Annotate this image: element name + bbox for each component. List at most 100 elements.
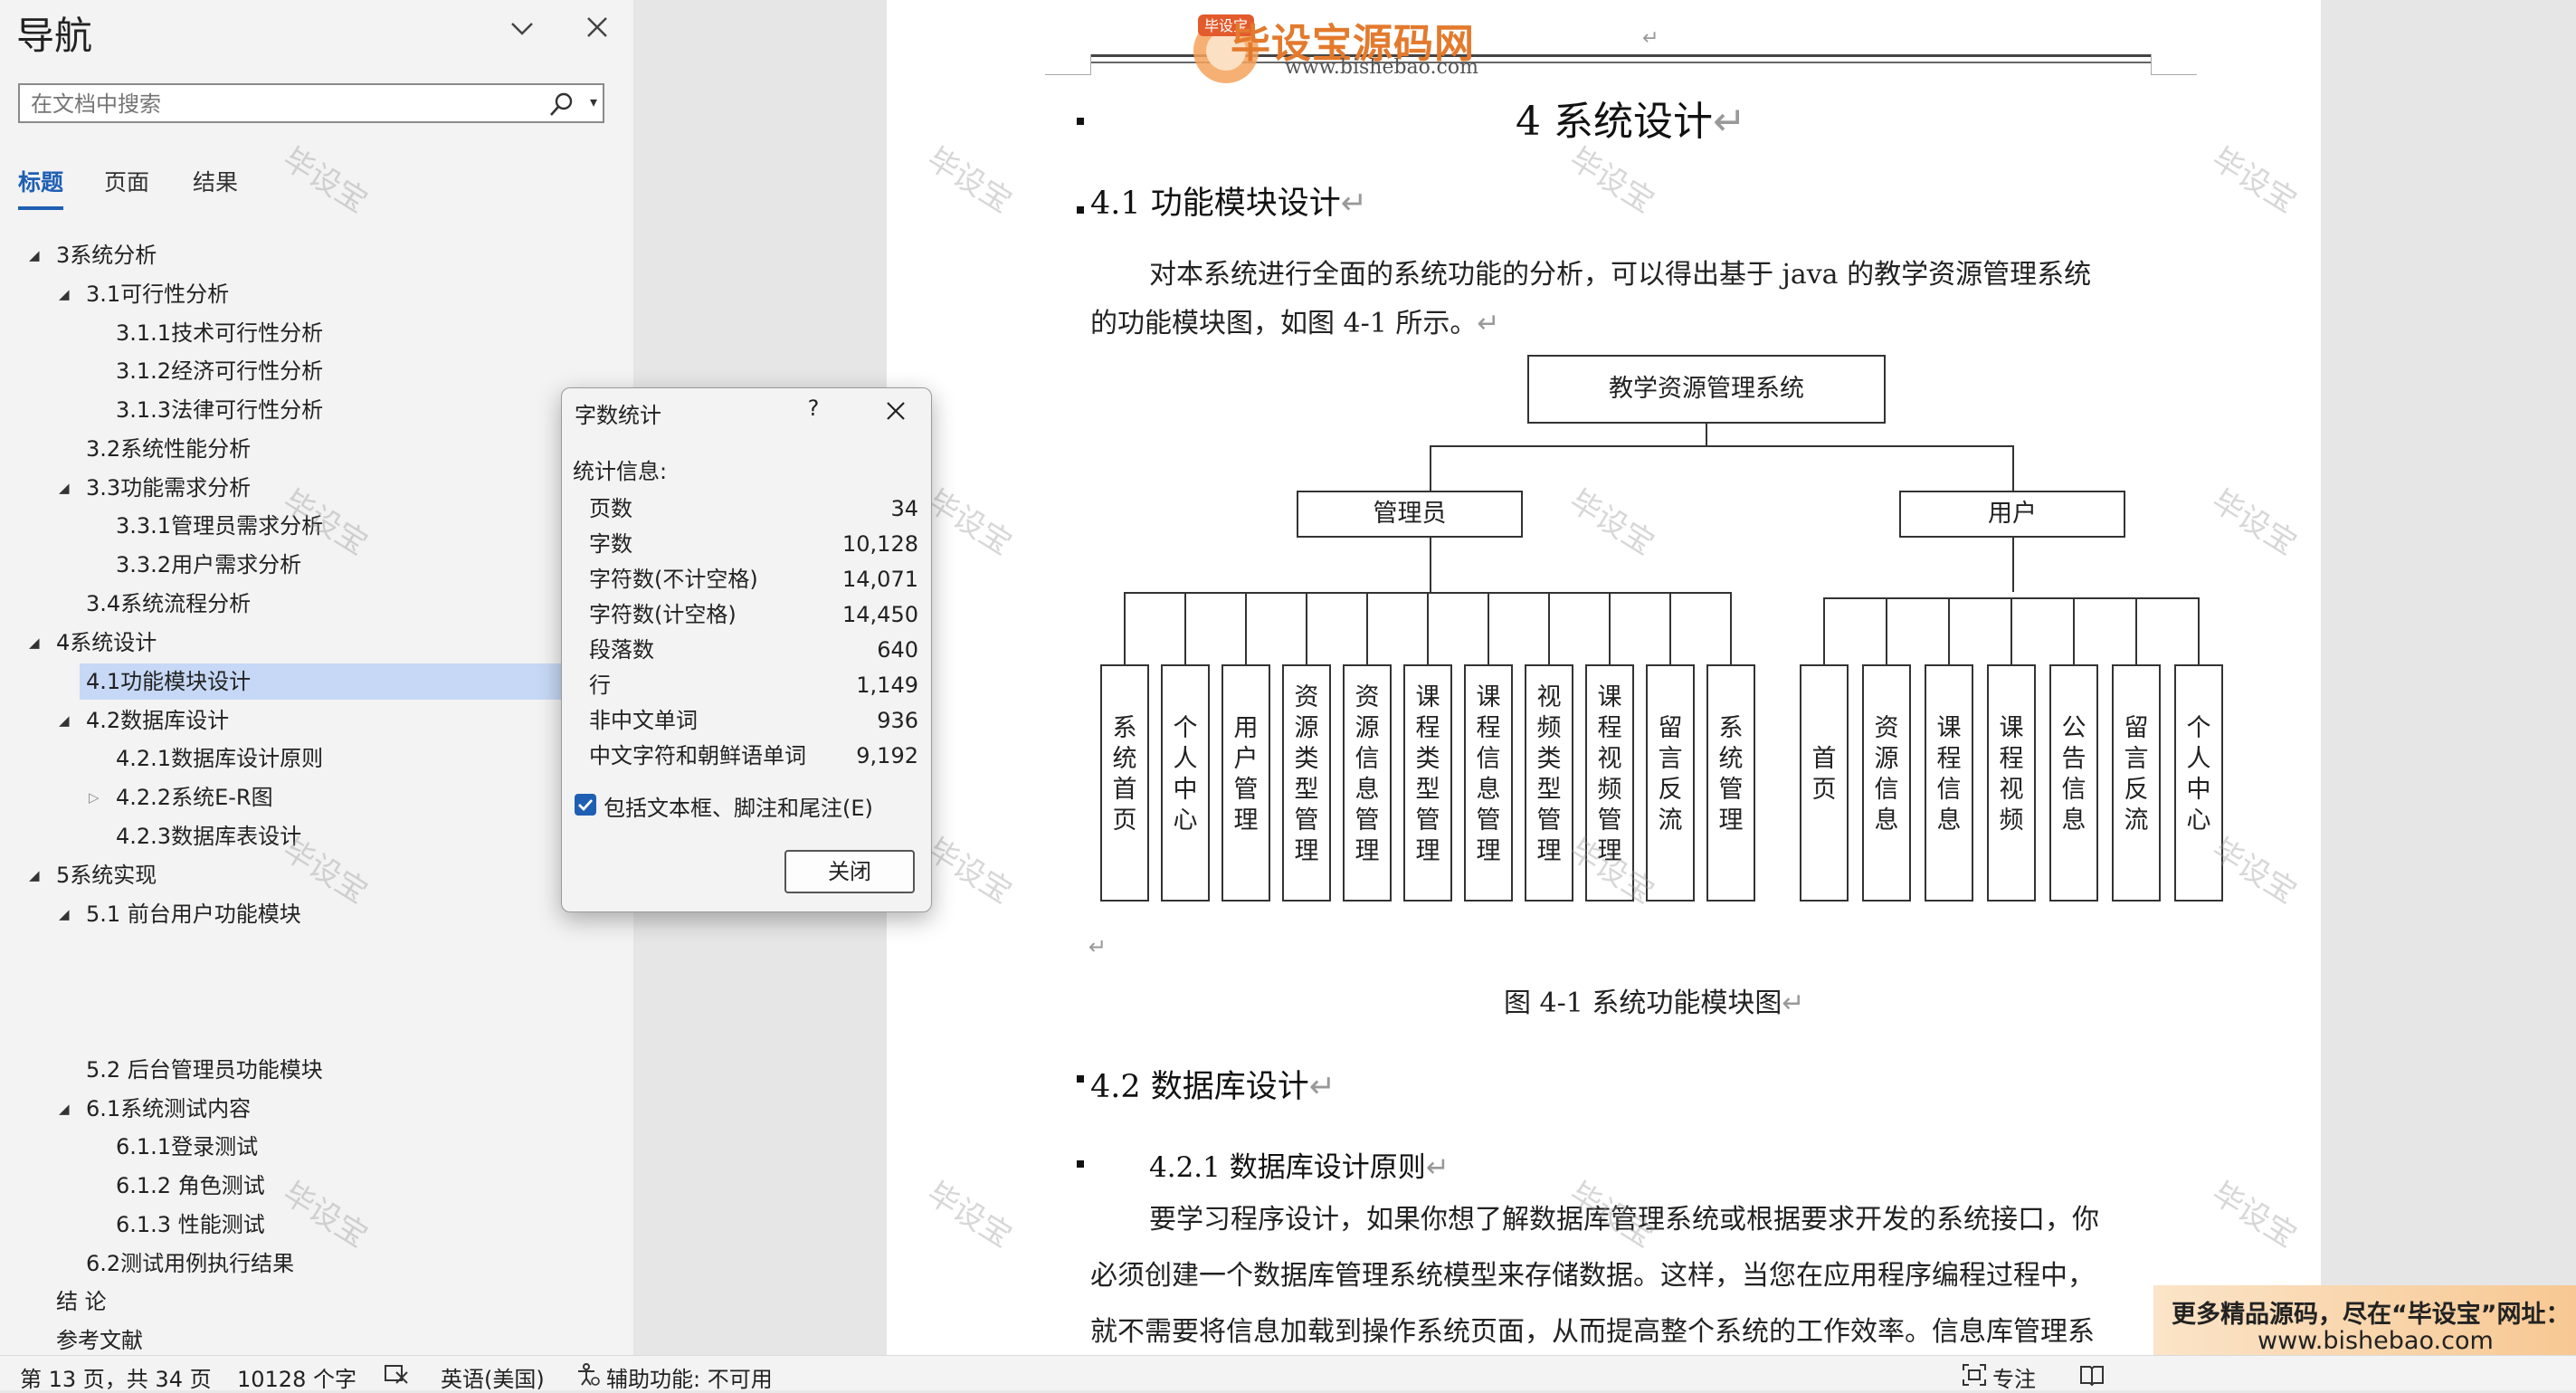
diagram-user-module: 首页 xyxy=(1800,664,1849,902)
section-heading[interactable]: 4.2 数据库设计↵ xyxy=(1090,1061,1336,1107)
diagram-admin-module: 留言反流 xyxy=(1646,664,1695,902)
chapter-heading[interactable]: 4 系统设计↵ xyxy=(1516,89,1746,147)
diagram-admin-module: 视频类型管理 xyxy=(1525,664,1573,902)
stat-label: 中文字符和朝鲜语单词 xyxy=(589,743,806,768)
tree-item[interactable]: ◢ 3.3功能需求分析 xyxy=(0,470,579,506)
search-icon[interactable] xyxy=(548,91,575,118)
diagram-admin-module: 课程信息管理 xyxy=(1464,664,1513,902)
collapse-arrow-icon[interactable]: ▷ xyxy=(89,779,100,816)
tab-pages[interactable]: 页面 xyxy=(104,165,149,197)
help-button[interactable]: ? xyxy=(795,396,832,428)
tree-item[interactable]: 3.3.2用户需求分析 xyxy=(0,547,579,583)
body-text-line[interactable]: 要学习程序设计，如果你想了解数据库管理系统或根据要求开发的系统接口，你 xyxy=(1149,1197,2099,1236)
focus-icon[interactable] xyxy=(1962,1363,1987,1392)
tab-headings[interactable]: 标题 xyxy=(18,165,63,197)
close-button[interactable]: 关闭 xyxy=(784,850,915,893)
tree-item[interactable]: 4.2.1数据库设计原则 xyxy=(0,740,579,777)
search-options-icon[interactable]: ▾ xyxy=(590,93,597,110)
include-textboxes-checkbox[interactable] xyxy=(575,794,596,816)
tree-item[interactable]: 4.2.3数据库表设计 xyxy=(0,818,579,854)
tree-item[interactable]: 4.1功能模块设计 xyxy=(80,663,579,700)
chevron-down-icon[interactable] xyxy=(507,13,537,43)
diagram-connector xyxy=(1823,597,1825,664)
tree-item[interactable]: ◢ 6.1系统测试内容 xyxy=(0,1091,579,1127)
page-number-status[interactable]: 第 13 页，共 34 页 xyxy=(20,1361,212,1393)
focus-mode-button[interactable]: 专注 xyxy=(1992,1361,2036,1393)
tree-item-label: 4系统设计 xyxy=(56,630,157,655)
tree-item[interactable]: ◢ 4系统设计 xyxy=(0,625,579,661)
tree-item[interactable]: ◢ 3.1可行性分析 xyxy=(0,276,579,312)
expand-arrow-icon[interactable]: ◢ xyxy=(29,237,40,273)
diagram-connector xyxy=(1306,592,1307,664)
tree-item[interactable]: 3.2系统性能分析 xyxy=(0,431,579,467)
dialog-title: 字数统计 xyxy=(575,403,661,428)
read-mode-icon[interactable] xyxy=(2079,1363,2105,1392)
stat-value: 9,192 xyxy=(856,743,918,768)
tree-item[interactable]: 结 论 xyxy=(0,1283,579,1320)
tree-item[interactable]: 6.1.2 角色测试 xyxy=(0,1168,579,1204)
body-text-line[interactable]: 必须创建一个数据库管理系统模型来存储数据。这样，当您在应用程序编程过程中， xyxy=(1090,1253,2095,1293)
body-text-line[interactable]: 就不需要将信息加载到操作系统页面，从而提高整个系统的工作效率。信息库管理系 xyxy=(1090,1309,2095,1349)
checkbox-label[interactable]: 包括文本框、脚注和尾注(E) xyxy=(604,790,873,822)
search-box[interactable]: ▾ xyxy=(18,83,604,123)
expand-arrow-icon[interactable]: ◢ xyxy=(59,896,70,932)
tree-item[interactable]: 6.2测试用例执行结果 xyxy=(0,1245,579,1282)
tree-item[interactable]: 6.1.1登录测试 xyxy=(0,1129,579,1165)
expand-arrow-icon[interactable]: ◢ xyxy=(59,702,70,739)
dialog-close-button[interactable] xyxy=(874,394,916,430)
accessibility-status[interactable]: 辅助功能: 不可用 xyxy=(606,1361,773,1393)
tree-item-label: 3.3.2用户需求分析 xyxy=(116,552,302,577)
body-text-line[interactable]: 的功能模块图，如图 4-1 所示。↵ xyxy=(1090,301,1500,340)
tree-item[interactable]: ◢ 3系统分析 xyxy=(0,237,579,273)
promo-url[interactable]: www.bishebao.com xyxy=(2258,1327,2494,1355)
diagram-connector xyxy=(1430,445,1431,491)
section-heading[interactable]: 4.1 功能模块设计↵ xyxy=(1090,177,1367,224)
tree-item[interactable]: 3.4系统流程分析 xyxy=(0,586,579,622)
tree-item[interactable]: 3.1.2经济可行性分析 xyxy=(0,353,579,389)
body-text-line[interactable]: 对本系统进行全面的系统功能的分析，可以得出基于 java 的教学资源管理系统 xyxy=(1149,252,2091,291)
tree-item[interactable]: ◢ 5系统实现 xyxy=(0,857,579,893)
stat-row: 行 1,149 xyxy=(589,668,918,702)
tab-results[interactable]: 结果 xyxy=(193,165,238,197)
diagram-connector xyxy=(2012,538,2014,592)
tree-item[interactable]: 5.2 后台管理员功能模块 xyxy=(0,1052,579,1088)
tree-item[interactable]: 参考文献 xyxy=(0,1322,579,1359)
promo-banner[interactable]: 更多精品源码，尽在“毕设宝”网址： www.bishebao.com xyxy=(2153,1285,2576,1360)
diagram-connector xyxy=(2073,597,2075,664)
tree-item-label: 3.1.2经济可行性分析 xyxy=(116,358,324,384)
stat-row: 页数 34 xyxy=(589,491,918,526)
subsection-heading[interactable]: 4.2.1 数据库设计原则↵ xyxy=(1149,1144,1450,1185)
tree-item-label: 5系统实现 xyxy=(56,863,157,888)
tree-item[interactable]: ▷ 4.2.2系统E-R图 xyxy=(0,779,579,816)
close-icon xyxy=(887,402,905,420)
promo-text: 更多精品源码，尽在“毕设宝”网址： xyxy=(2172,1301,2571,1329)
tree-item[interactable]: 6.1.3 性能测试 xyxy=(0,1207,579,1243)
expand-arrow-icon[interactable]: ◢ xyxy=(59,276,70,312)
tree-item-label: 5.1 前台用户功能模块 xyxy=(86,902,301,927)
expand-arrow-icon[interactable]: ◢ xyxy=(29,857,40,893)
diagram-user-module: 资源信息 xyxy=(1862,664,1911,902)
search-input[interactable] xyxy=(29,89,539,119)
tree-item[interactable]: 3.3.1管理员需求分析 xyxy=(0,508,579,544)
tree-item[interactable]: ◢ 5.1 前台用户功能模块 xyxy=(0,896,579,932)
tree-item[interactable]: 3.1.1技术可行性分析 xyxy=(0,315,579,351)
expand-arrow-icon[interactable]: ◢ xyxy=(29,625,40,661)
close-icon[interactable] xyxy=(579,9,615,45)
tree-item[interactable]: 3.1.3法律可行性分析 xyxy=(0,392,579,428)
tree-item-label: 4.2数据库设计 xyxy=(86,708,230,733)
diagram-connector xyxy=(1609,592,1611,664)
diagram-connector xyxy=(1669,592,1671,664)
figure-caption[interactable]: 图 4-1 系统功能模块图↵ xyxy=(1504,980,1805,1020)
stat-label: 非中文单词 xyxy=(589,708,698,733)
diagram-connector xyxy=(2198,597,2200,664)
proofing-icon[interactable] xyxy=(384,1363,409,1390)
expand-arrow-icon[interactable]: ◢ xyxy=(59,470,70,506)
accessibility-icon[interactable] xyxy=(575,1363,601,1392)
stat-value: 10,128 xyxy=(842,531,918,557)
tree-item-label: 6.1.1登录测试 xyxy=(116,1134,259,1159)
word-count-status[interactable]: 10128 个字 xyxy=(237,1361,356,1393)
tree-item-label: 3.2系统性能分析 xyxy=(86,436,252,462)
language-status[interactable]: 英语(美国) xyxy=(441,1361,545,1393)
tree-item[interactable]: ◢ 4.2数据库设计 xyxy=(0,702,579,739)
expand-arrow-icon[interactable]: ◢ xyxy=(59,1091,70,1127)
